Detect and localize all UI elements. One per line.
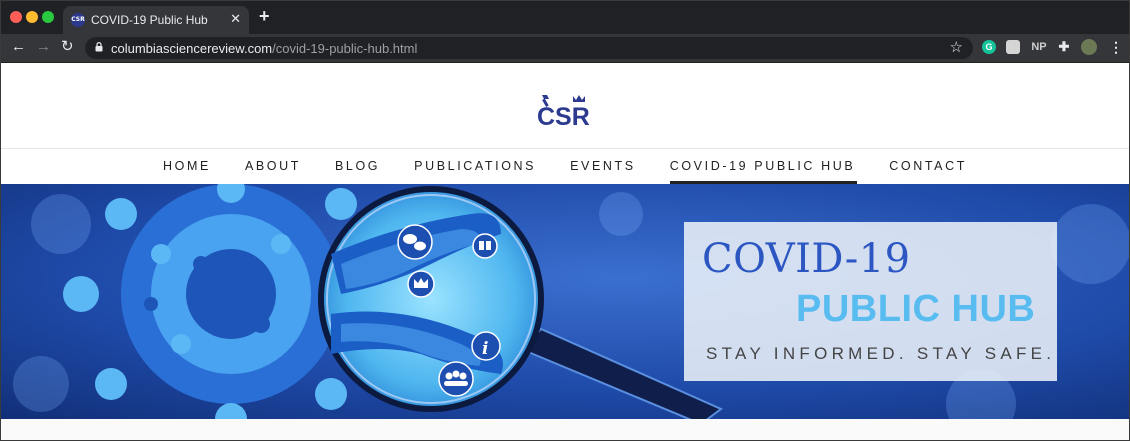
hero-title-line1: COVID-19: [702, 236, 911, 282]
np-extension-icon[interactable]: NP: [1029, 40, 1049, 54]
reload-button[interactable]: ↻: [61, 38, 74, 56]
book-icon: [472, 233, 498, 259]
nav-blog[interactable]: BLOG: [318, 149, 397, 183]
hero-tagline: STAY INFORMED. STAY SAFE.: [706, 344, 1056, 363]
nav-events[interactable]: EVENTS: [553, 149, 653, 183]
nav-about[interactable]: ABOUT: [228, 149, 318, 183]
grammarly-extension-icon[interactable]: G: [982, 40, 996, 54]
nav-list: HOME ABOUT BLOG PUBLICATIONS EVENTS COVI…: [1, 149, 1129, 185]
url-domain: columbiasciencereview.com: [111, 41, 273, 56]
hero-banner: i COVID-19 PUBLIC HUB STAY INFORMED. STA…: [1, 184, 1129, 419]
nav-publications[interactable]: PUBLICATIONS: [397, 149, 553, 183]
hero-title-line2: PUBLIC HUB: [796, 288, 1036, 330]
browser-menu-icon[interactable]: ⋮: [1109, 40, 1123, 54]
browser-toolbar: ← → ↻ columbiasciencereview.com/covid-19…: [1, 34, 1129, 63]
maximize-window-button[interactable]: [42, 11, 54, 23]
extensions-puzzle-icon[interactable]: ✚: [1057, 40, 1071, 54]
main-nav: HOME ABOUT BLOG PUBLICATIONS EVENTS COVI…: [1, 148, 1129, 185]
svg-text:i: i: [482, 339, 488, 359]
close-tab-icon[interactable]: ✕: [230, 11, 241, 27]
favicon-icon: CSR: [71, 13, 85, 27]
hero-title-card: COVID-19 PUBLIC HUB STAY INFORMED. STAY …: [684, 222, 1057, 381]
url-path: /covid-19-public-hub.html: [272, 41, 418, 56]
site-header: CSR: [1, 63, 1129, 148]
forward-button[interactable]: →: [36, 38, 51, 56]
people-icon: [438, 361, 474, 397]
new-tab-button[interactable]: +: [259, 6, 270, 27]
web-page: CSR HOME ABOUT BLOG PUBLICATIONS EVENTS …: [1, 63, 1129, 440]
browser-tab[interactable]: CSR COVID-19 Public Hub ✕: [63, 6, 249, 34]
browser-window: CSR COVID-19 Public Hub ✕ + ← → ↻ columb…: [0, 0, 1130, 441]
url-text[interactable]: columbiasciencereview.com/covid-19-publi…: [111, 41, 417, 56]
page-content-start: [1, 419, 1129, 440]
extension-icon[interactable]: [1006, 40, 1020, 54]
close-window-button[interactable]: [10, 11, 22, 23]
logo-text: CSR: [537, 103, 590, 127]
nav-covid-19-public-hub[interactable]: COVID-19 PUBLIC HUB: [653, 149, 873, 184]
bookmark-star-icon[interactable]: ☆: [950, 38, 963, 56]
tab-strip: CSR COVID-19 Public Hub ✕ +: [1, 1, 1129, 34]
nav-home[interactable]: HOME: [146, 149, 228, 183]
minimize-window-button[interactable]: [26, 11, 38, 23]
nav-contact[interactable]: CONTACT: [872, 149, 984, 183]
back-button[interactable]: ←: [11, 38, 26, 56]
tab-title: COVID-19 Public Hub: [91, 13, 208, 27]
csr-logo[interactable]: CSR: [535, 93, 597, 127]
profile-avatar[interactable]: [1081, 39, 1097, 55]
address-bar[interactable]: columbiasciencereview.com/covid-19-publi…: [85, 37, 973, 59]
lock-icon[interactable]: [95, 42, 103, 52]
